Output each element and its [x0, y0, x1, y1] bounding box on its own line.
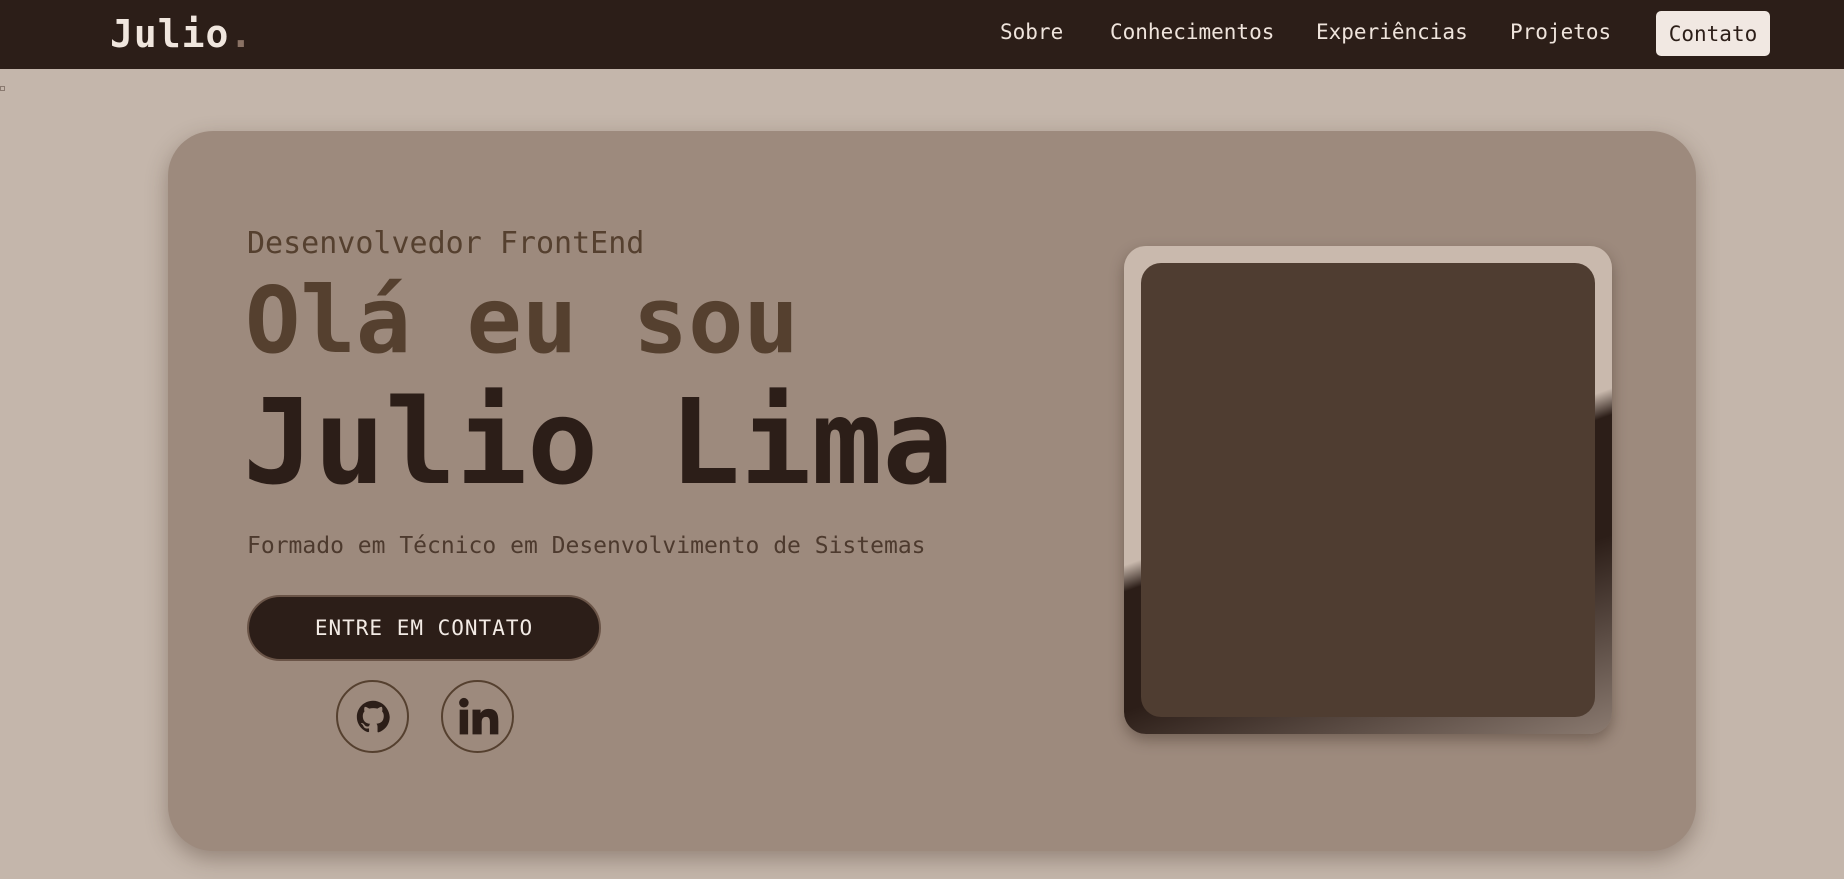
- nav-link-conhecimentos[interactable]: Conhecimentos: [1110, 20, 1274, 44]
- cta-contact-button[interactable]: ENTRE EM CONTATO: [247, 595, 601, 661]
- nav-link-experiencias[interactable]: Experiências: [1316, 20, 1468, 44]
- logo-dot: .: [229, 12, 254, 56]
- github-link[interactable]: [336, 680, 409, 753]
- hero-greeting: Olá eu sou: [245, 267, 799, 374]
- broken-image-marker: [0, 86, 5, 91]
- hero-formation: Formado em Técnico em Desenvolvimento de…: [247, 533, 926, 559]
- github-icon: [356, 700, 390, 732]
- linkedin-link[interactable]: [441, 680, 514, 753]
- hero-name: Julio Lima: [243, 373, 954, 511]
- linkedin-icon: [458, 697, 498, 734]
- nav-link-sobre[interactable]: Sobre: [1000, 20, 1063, 44]
- logo-text: Julio: [110, 12, 230, 56]
- profile-photo: [1141, 263, 1595, 717]
- nav-link-projetos[interactable]: Projetos: [1510, 20, 1611, 44]
- hero-subtitle: Desenvolvedor FrontEnd: [247, 226, 645, 261]
- top-navbar: Julio. Sobre Conhecimentos Experiências …: [0, 0, 1844, 69]
- site-logo[interactable]: Julio.: [110, 12, 253, 56]
- contact-button[interactable]: Contato: [1656, 11, 1770, 56]
